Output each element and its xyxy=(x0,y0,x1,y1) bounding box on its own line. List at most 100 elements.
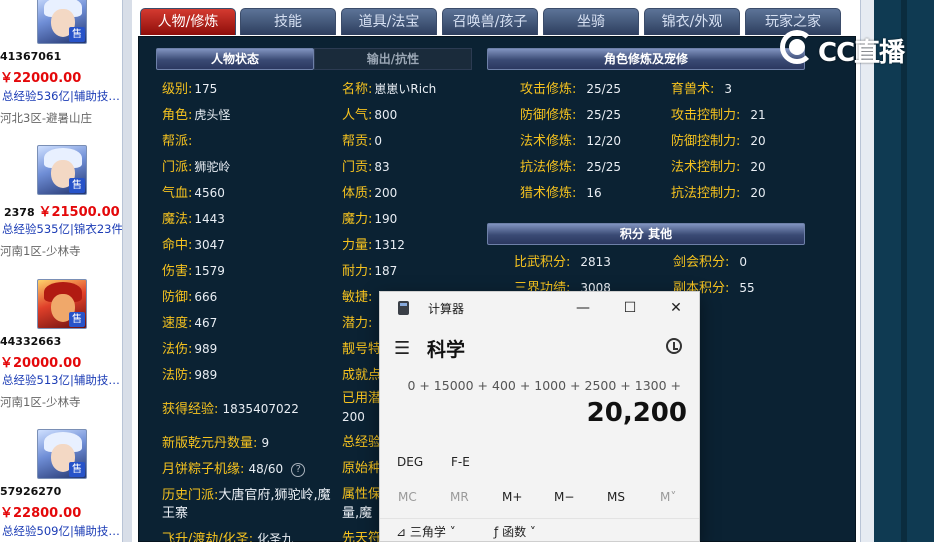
maximize-button[interactable]: ☐ xyxy=(615,296,645,320)
cultivation-field: 防御修炼: 25/25 xyxy=(520,108,621,123)
history-icon[interactable] xyxy=(666,338,682,354)
field-qianyuan: 新版乾元丹数量: 9 xyxy=(162,436,270,451)
subtab-status[interactable]: 人物状态 xyxy=(156,48,314,70)
field-used-potential-value: 200 xyxy=(342,410,365,424)
tab-pets[interactable]: 召唤兽/孩子 xyxy=(442,8,538,35)
sell-badge: 售 xyxy=(69,462,85,477)
cultivation-field: 攻击控制力: 21 xyxy=(671,108,766,123)
triangle-icon: ⊿ xyxy=(396,525,407,539)
field-innate: 先天符 xyxy=(342,531,382,542)
field-total-exp: 总经验 xyxy=(342,435,382,450)
listing-exp[interactable]: 总经验536亿|辅助技… xyxy=(2,88,122,104)
tab-mounts[interactable]: 坐骑 xyxy=(543,8,639,35)
function-dropdown[interactable]: ƒ 函数 ˅ xyxy=(494,523,536,540)
tab-items[interactable]: 道具/法宝 xyxy=(341,8,437,35)
status-field: 法伤: 989 xyxy=(162,342,218,357)
close-button[interactable]: ✕ xyxy=(661,296,691,320)
calculator-titlebar[interactable]: 计算器 — ☐ ✕ xyxy=(380,292,699,324)
tab-bar: 人物/修炼 技能 道具/法宝 召唤兽/孩子 坐骑 锦衣/外观 玩家之家 xyxy=(138,8,854,36)
listing-price: ￥20000.00 xyxy=(0,356,82,371)
cultivation-field: 法术修炼: 12/20 xyxy=(520,134,621,149)
listing-id: 44332663 xyxy=(0,335,62,348)
status-field: 人气: 800 xyxy=(342,108,398,123)
side-strip xyxy=(874,0,934,542)
status-field: 伤害: 1579 xyxy=(162,264,225,279)
cultivation-field: 攻击修炼: 25/25 xyxy=(520,82,621,97)
calculator-title: 计算器 xyxy=(428,302,465,316)
listing-column: 售 41367061 ￥22000.00 总经验536亿|辅助技… 河北3区-避… xyxy=(0,0,122,542)
memory-clear-button[interactable]: MC xyxy=(398,490,417,504)
memory-list-button[interactable]: M˅ xyxy=(660,490,676,504)
status-field: 魔法: 1443 xyxy=(162,212,225,227)
field-history-school: 历史门派:大唐官府,狮驼岭,魔王寨 xyxy=(162,488,331,521)
status-field: 门贡: 83 xyxy=(342,160,390,175)
help-icon[interactable]: ? xyxy=(291,462,306,477)
tab-skills[interactable]: 技能 xyxy=(240,8,336,35)
status-field: 法防: 989 xyxy=(162,368,218,383)
fe-button[interactable]: F-E xyxy=(451,455,470,469)
field-attr-save-value: 量,魔 xyxy=(342,506,373,521)
status-field: 名称: 崽崽いRich xyxy=(342,82,437,97)
status-field: 帮派: xyxy=(162,134,193,149)
minimize-button[interactable]: — xyxy=(568,296,598,320)
points-field: 比武积分: 2813 xyxy=(514,255,611,270)
hamburger-menu-icon[interactable]: ☰ xyxy=(394,338,410,359)
field-ascension: 飞升/渡劫/化圣: 化圣九 xyxy=(162,532,294,542)
field-origin: 原始种 xyxy=(342,461,382,476)
listing-server: 河北3区-避暑山庄 xyxy=(0,111,92,125)
listing-id: 57926270 xyxy=(0,485,62,498)
memory-store-button[interactable]: MS xyxy=(607,490,625,504)
status-field: 门派: 狮驼岭 xyxy=(162,160,231,175)
trigonometry-dropdown[interactable]: ⊿ 三角学 ˅ xyxy=(396,523,456,540)
cc-live-logo: CC直播 xyxy=(780,30,910,68)
calculator-mode: 科学 xyxy=(427,339,466,361)
status-field: 角色: 虎头怪 xyxy=(162,108,231,123)
sell-badge: 售 xyxy=(69,178,85,193)
memory-add-button[interactable]: M+ xyxy=(502,490,522,504)
function-icon: ƒ xyxy=(494,525,499,539)
cultivation-field: 猎术修炼: 16 xyxy=(520,186,602,201)
listing-id: 41367061 xyxy=(0,50,62,63)
frame-border xyxy=(860,0,874,542)
listing-exp[interactable]: 总经验513亿|辅助技… xyxy=(2,372,122,388)
status-field: 力量: 1312 xyxy=(342,238,405,253)
cultivation-field: 抗法控制力: 20 xyxy=(671,186,766,201)
cultivation-field: 抗法修炼: 25/25 xyxy=(520,160,621,175)
character-avatar[interactable]: 售 xyxy=(37,279,87,329)
chevron-down-icon: ˅ xyxy=(529,525,536,539)
sell-badge: 售 xyxy=(69,27,85,42)
field-attr-save: 属性保 xyxy=(342,487,382,502)
memory-recall-button[interactable]: MR xyxy=(450,490,469,504)
listing-id: 2378 xyxy=(4,206,35,219)
status-field: 靓号特 xyxy=(342,342,382,357)
character-avatar[interactable]: 售 xyxy=(37,0,87,44)
status-field: 帮贡: 0 xyxy=(342,134,383,149)
calculator-expression: 0 + 15000 + 400 + 1000 + 2500 + 1300 + xyxy=(407,378,681,393)
cultivation-field: 法术控制力: 20 xyxy=(671,160,766,175)
field-used-potential: 已用潜 xyxy=(342,391,382,406)
deg-button[interactable]: DEG xyxy=(397,455,423,469)
cultivation-field: 防御控制力: 20 xyxy=(671,134,766,149)
section-cultivation-header: 角色修炼及宠修 xyxy=(487,48,805,70)
section-points-header: 积分 其他 xyxy=(487,223,805,245)
sell-badge: 售 xyxy=(69,312,85,327)
memory-subtract-button[interactable]: M− xyxy=(554,490,574,504)
frame-border xyxy=(122,0,132,542)
tab-outfits[interactable]: 锦衣/外观 xyxy=(644,8,740,35)
cultivation-field: 育兽术: 3 xyxy=(671,82,733,97)
listing-server: 河南1区-少林寺 xyxy=(0,244,81,258)
chevron-down-icon: ˅ xyxy=(449,525,456,539)
status-field: 耐力: 187 xyxy=(342,264,398,279)
status-field: 魔力: 190 xyxy=(342,212,398,227)
character-avatar[interactable]: 售 xyxy=(37,429,87,479)
listing-server: 河南1区-少林寺 xyxy=(0,395,81,409)
status-field: 敏捷: xyxy=(342,290,373,305)
tab-character-cultivation[interactable]: 人物/修炼 xyxy=(140,8,236,35)
calculator-app-icon xyxy=(398,301,409,315)
listing-exp[interactable]: 总经验535亿|锦衣23件 xyxy=(2,221,122,237)
status-field: 级别: 175 xyxy=(162,82,218,97)
field-mooncake: 月饼粽子机缘: 48/60 ? xyxy=(162,461,306,478)
listing-exp[interactable]: 总经验509亿|辅助技… xyxy=(2,523,122,539)
subtab-output[interactable]: 输出/抗性 xyxy=(314,48,472,70)
character-avatar[interactable]: 售 xyxy=(37,145,87,195)
